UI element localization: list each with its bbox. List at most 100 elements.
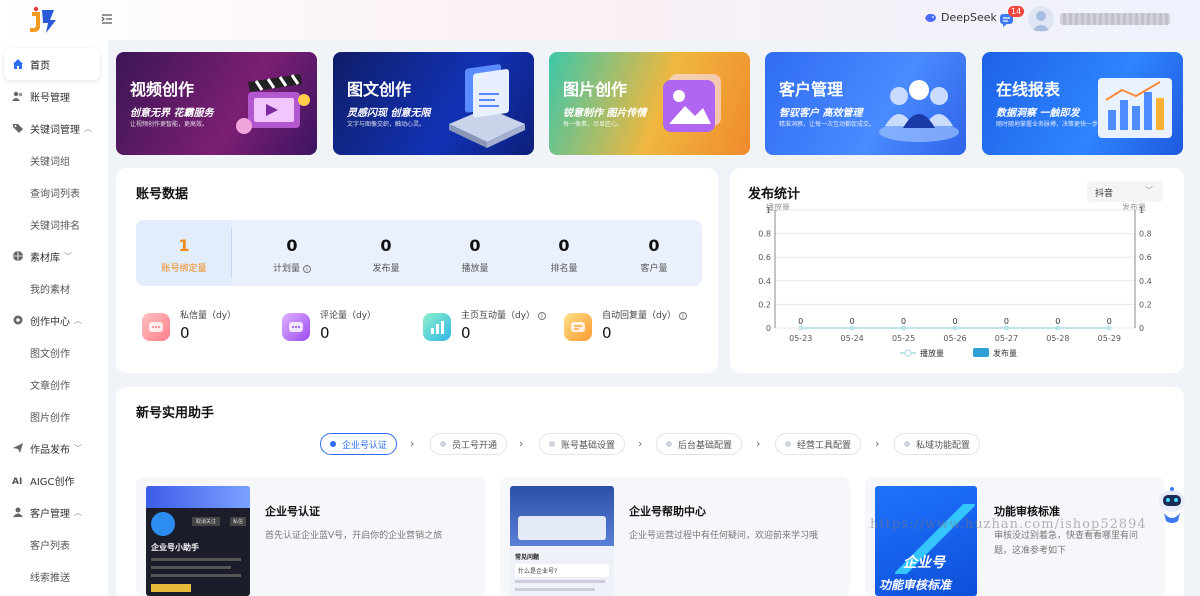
app-logo[interactable] [28, 6, 62, 34]
sidebar-item-label: 客户列表 [30, 540, 70, 552]
data-label: 0 [850, 317, 855, 326]
x-tick-label: 05-27 [995, 334, 1018, 343]
stats-panel: 1 账号绑定量 0 计划量 i 0 发布量 0 播放量 0 排名量 0 客户量 [136, 220, 702, 286]
x-tick-label: 05-25 [892, 334, 915, 343]
mini-label: 私信量（dy） [180, 311, 237, 321]
gear-icon [12, 314, 24, 326]
chevron-right-icon: › [756, 437, 761, 450]
stat-rank-count[interactable]: 0 排名量 [519, 220, 609, 286]
sidebar-item[interactable]: AI AIGC创作 [4, 464, 100, 496]
step-label: 后台基础配置 [678, 440, 733, 451]
banner-customer[interactable]: 客户管理 智驭客户 高效管理 精准洞察，让每一次互动都促成交。 [765, 52, 966, 155]
step-account-basic[interactable]: 账号基础设置 [539, 433, 626, 455]
y-tick-label: 0.2 [758, 300, 771, 309]
sidebar-subitem[interactable]: 线索推送 [4, 560, 100, 592]
help-card-verify[interactable]: 取消关注 私信 企业号小助手 企业号认证 首先认证企业蓝V号，开启你的企业营销之… [136, 477, 486, 596]
y-tick-label: 0.4 [758, 277, 771, 286]
help-card-review-standard[interactable]: 企业号 功能审核标准 功能审核标准 审核没过别着急，快查看看哪里有问题，这准参考… [865, 477, 1165, 596]
sidebar-item[interactable]: 首页 [4, 48, 100, 80]
banner-video[interactable]: 视频创作 创意无界 花霸服务 让视频创作更智能，更高效。 [116, 52, 317, 155]
sidebar-item[interactable]: 关键词管理 ︿ [4, 112, 100, 144]
sidebar-item[interactable]: 账号管理 [4, 80, 100, 112]
menu-fold-icon[interactable] [100, 12, 114, 26]
stat-bind-count[interactable]: 1 账号绑定量 [136, 220, 232, 286]
banner-title: 图片创作 [563, 80, 628, 99]
banner-slogan: 创意无界 花霸服务 [130, 108, 214, 119]
stat-publish-count[interactable]: 0 发布量 [341, 220, 431, 286]
stat-customer-count[interactable]: 0 客户量 [609, 220, 699, 286]
legend-bar-swatch [973, 348, 989, 357]
sidebar-item[interactable]: 创作中心 ︿ [4, 304, 100, 336]
banner-title: 图文创作 [347, 80, 412, 99]
info-icon[interactable]: i [302, 265, 311, 273]
sidebar-subitem[interactable]: 图文创作 [4, 336, 100, 368]
banner-image[interactable]: 图片创作 锐意制作 图片传情 每一像素，尽显匠心。 [549, 52, 750, 155]
sidebar-item-label: 作品发布 [30, 444, 70, 456]
sidebar-item[interactable]: 素材库 ﹀ [4, 240, 100, 272]
stat-value: 0 [380, 236, 392, 255]
step-enterprise-verify[interactable]: 企业号认证 [320, 433, 398, 455]
assistant-robot-icon[interactable] [1156, 487, 1188, 525]
y2-tick-label: 0 [1139, 324, 1144, 333]
y-tick-label: 1 [766, 206, 771, 215]
user-name-blurred[interactable] [1060, 13, 1170, 25]
y2-tick-label: 0.2 [1139, 300, 1152, 309]
deepseek-link[interactable]: DeepSeek [924, 11, 997, 24]
sidebar-subitem[interactable]: 查询词列表 [4, 176, 100, 208]
whale-icon [925, 13, 936, 22]
mini-label: 自动回复量（dy） i [602, 308, 687, 321]
legend-line-marker [904, 349, 912, 357]
mini-label: 评论量（dy） [320, 311, 377, 321]
sidebar-subitem[interactable]: 文章创作 [4, 368, 100, 400]
step-label: 企业号认证 [342, 440, 388, 451]
mini-stat-comment[interactable]: 评论量（dy） 0 [276, 307, 416, 347]
help-card-title: 企业号帮助中心 [629, 505, 706, 518]
sidebar-subitem[interactable]: 我的素材 [4, 272, 100, 304]
chevron-right-icon: › [875, 437, 880, 450]
banner-desc: 随时随地掌握业务脉搏，决策更快一步 [996, 121, 1099, 128]
info-icon[interactable]: i [537, 312, 546, 320]
mini-stat-interaction[interactable]: 主页互动量（dy） i 0 [417, 307, 557, 347]
sidebar-item[interactable]: 客户管理 ︿ [4, 496, 100, 528]
step-business-tools[interactable]: 经营工具配置 [775, 433, 862, 455]
mini-value: 0 [320, 324, 330, 342]
banner-slogan: 灵感闪现 创意无限 [347, 108, 431, 119]
y-tick-label: 0 [766, 324, 771, 333]
step-private-domain[interactable]: 私域功能配置 [894, 433, 981, 455]
banner-title: 视频创作 [130, 80, 195, 99]
publish-stats-title: 发布统计 [748, 187, 801, 202]
chevron-up-icon: ︿ [84, 123, 92, 133]
sidebar-item-label: 客户管理 [30, 508, 70, 520]
step-staff-open[interactable]: 员工号开通 [430, 433, 508, 455]
user-avatar[interactable] [1028, 6, 1054, 32]
platform-select[interactable]: 抖音 ﹀ [1087, 181, 1163, 202]
mini-stat-message[interactable]: 私信量（dy） 0 [136, 307, 276, 347]
chevron-down-icon: ﹀ [1145, 186, 1153, 195]
sidebar-subitem[interactable]: 图片创作 [4, 400, 100, 432]
banner-graphic[interactable]: 图文创作 灵感闪现 创意无限 文字与图像交织，触动心灵。 [333, 52, 534, 155]
notify-badge: 14 [1008, 6, 1025, 17]
sidebar-item-label: 查询词列表 [30, 188, 80, 200]
data-label: 0 [901, 317, 906, 326]
info-icon[interactable]: i [678, 312, 687, 320]
picture-icon [663, 74, 721, 132]
thumb-msg-label: 私信 [230, 517, 247, 526]
x-tick-label: 05-23 [789, 334, 812, 343]
sidebar-item[interactable]: 作品发布 ﹀ [4, 432, 100, 464]
sidebar-subitem[interactable]: 关键词组 [4, 144, 100, 176]
help-card-help-center[interactable]: 常见问题 什么是企业号? 企业号帮助中心 企业号运营过程中有任何疑问，欢迎前来学… [500, 477, 850, 596]
chevron-up-icon: ︿ [74, 315, 82, 325]
data-label: 0 [1107, 317, 1112, 326]
mini-label-text: 自动回复量（dy） [602, 311, 677, 321]
stat-play-count[interactable]: 0 播放量 [430, 220, 520, 286]
help-card-desc: 首先认证企业蓝V号，开启你的企业营销之旅 [265, 531, 443, 541]
sidebar-item-label: 图片创作 [30, 412, 70, 424]
step-backend-config[interactable]: 后台基础配置 [656, 433, 743, 455]
stat-plan-count[interactable]: 0 计划量 i [247, 220, 337, 286]
data-label: 0 [1004, 317, 1009, 326]
sidebar-subitem[interactable]: 客户列表 [4, 528, 100, 560]
banner-report[interactable]: 在线报表 数据洞察 一触即发 随时随地掌握业务脉搏，决策更快一步 [982, 52, 1183, 155]
mini-stat-auto-reply[interactable]: 自动回复量（dy） i 0 [558, 307, 698, 347]
thumb-follow-label: 取消关注 [192, 517, 221, 526]
sidebar-subitem[interactable]: 关键词排名 [4, 208, 100, 240]
